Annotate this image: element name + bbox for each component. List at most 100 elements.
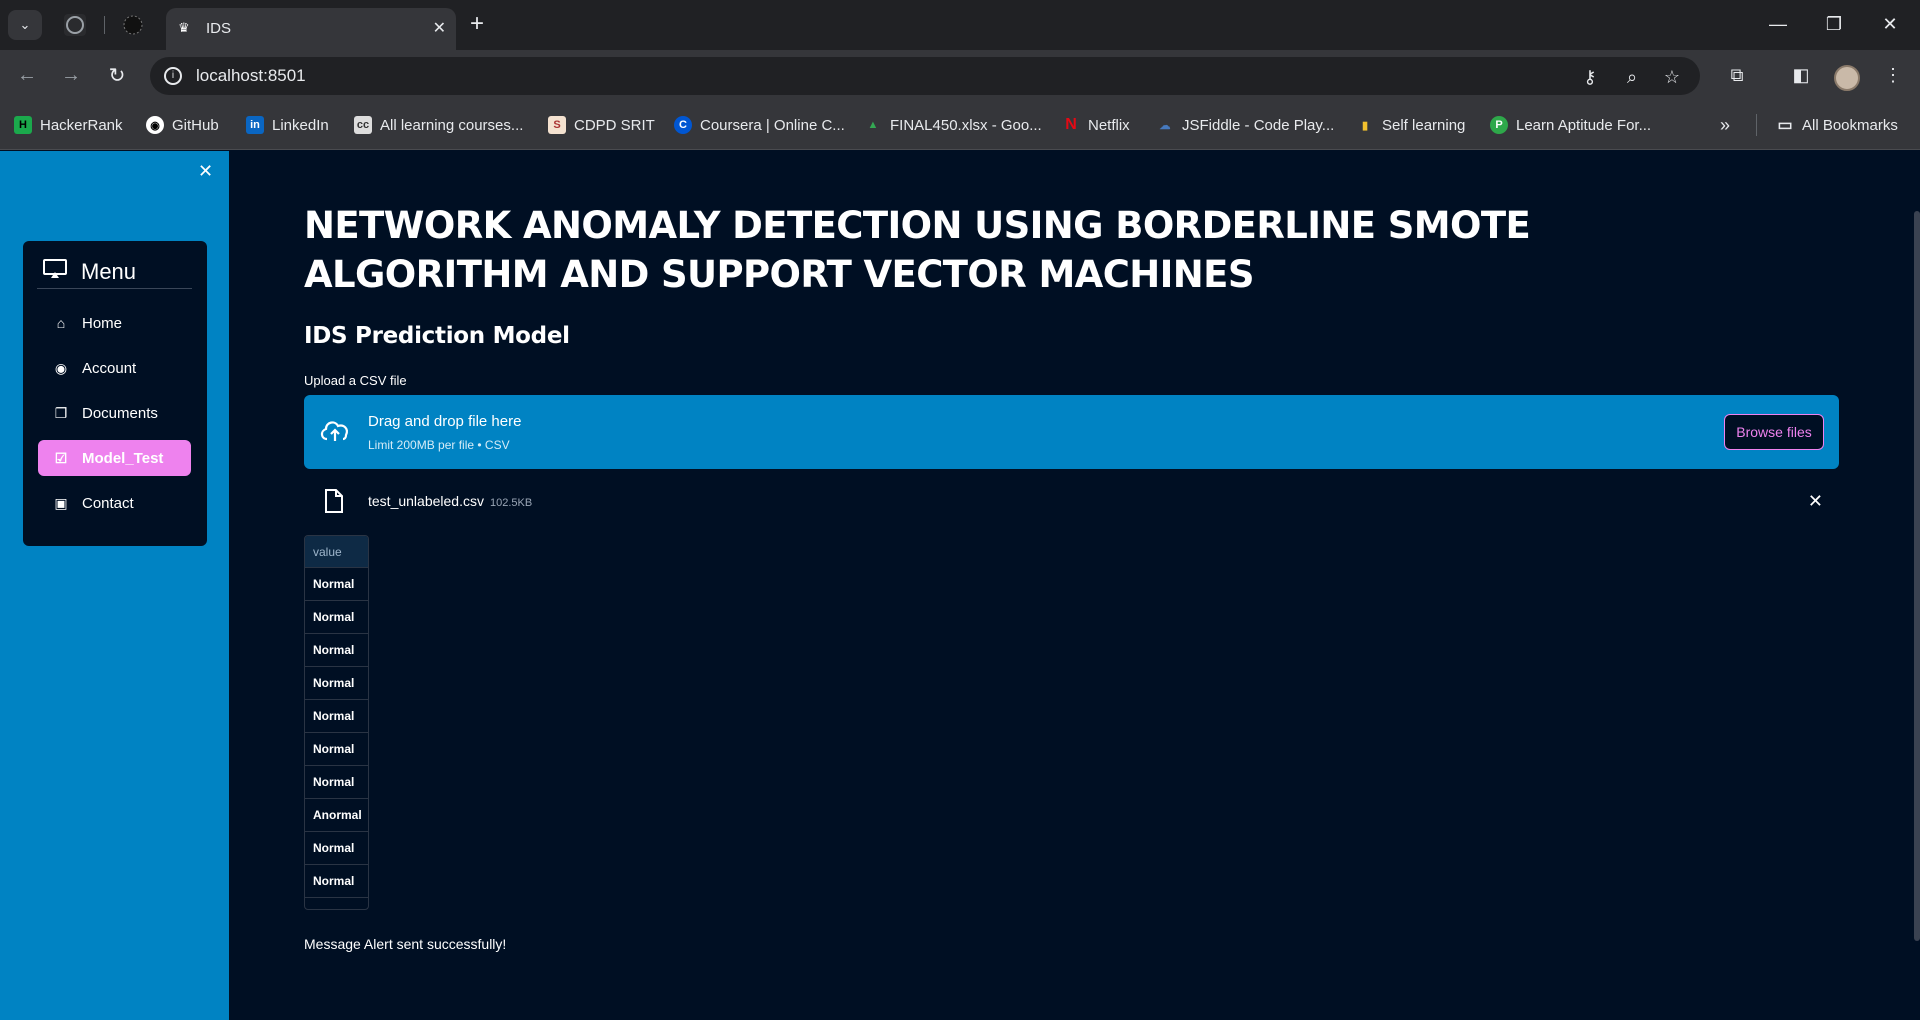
menu-header: Menu bbox=[37, 255, 192, 289]
extensions-icon[interactable]: ⧉ bbox=[1724, 62, 1750, 88]
cast-icon bbox=[43, 259, 73, 284]
pinned-tab-chatgpt[interactable] bbox=[64, 14, 86, 36]
bookmark-label: All learning courses... bbox=[380, 116, 524, 134]
close-sidebar-icon[interactable]: ✕ bbox=[198, 161, 213, 182]
sidebar-item-model-test[interactable]: ☑ Model_Test bbox=[38, 440, 191, 476]
cc-icon: cc bbox=[354, 116, 372, 134]
bookmark-learn-aptitude[interactable]: P Learn Aptitude For... bbox=[1490, 114, 1651, 136]
table-row: Normal bbox=[305, 667, 368, 700]
aptitude-icon: P bbox=[1490, 116, 1508, 134]
google-drive-icon: ▲ bbox=[867, 119, 879, 131]
check-square-icon: ☑ bbox=[54, 449, 68, 466]
tab-separator bbox=[104, 16, 105, 34]
back-button[interactable]: ← bbox=[14, 62, 40, 88]
sidebar-item-home[interactable]: ⌂ Home bbox=[38, 305, 191, 341]
bookmark-label: Coursera | Online C... bbox=[700, 116, 845, 134]
bookmark-linkedin[interactable]: in LinkedIn bbox=[246, 114, 329, 136]
double-chevron-right-icon: » bbox=[1720, 114, 1731, 135]
address-bar[interactable]: i localhost:8501 ⚷ ⌕ ☆ bbox=[150, 57, 1700, 95]
sidebar-item-label: Documents bbox=[82, 404, 158, 422]
bookmark-label: HackerRank bbox=[40, 116, 123, 134]
more-menu-icon[interactable]: ⋮ bbox=[1880, 62, 1906, 88]
sidebar-item-account[interactable]: ◉ Account bbox=[38, 350, 191, 386]
bookmark-github[interactable]: ◉ GitHub bbox=[146, 114, 219, 136]
bookmark-netflix[interactable]: N Netflix bbox=[1062, 114, 1130, 136]
zoom-icon[interactable]: ⌕ bbox=[1620, 65, 1644, 89]
scrollbar[interactable] bbox=[1914, 211, 1920, 941]
sidebar-item-contact[interactable]: ▣ Contact bbox=[38, 485, 191, 521]
chatgpt-icon bbox=[66, 16, 84, 34]
bookmark-cdpd-srit[interactable]: S CDPD SRIT bbox=[548, 114, 655, 136]
folder-icon: ▭ bbox=[1777, 117, 1793, 134]
side-panel-icon[interactable]: ◧ bbox=[1788, 62, 1814, 88]
table-row: Normal bbox=[305, 700, 368, 733]
dotted-circle-icon bbox=[123, 15, 143, 35]
chevron-down-icon: ⌄ bbox=[19, 17, 31, 32]
browse-files-button[interactable]: Browse files bbox=[1724, 414, 1824, 450]
documents-icon: ❐ bbox=[54, 404, 68, 421]
contact-card-icon: ▣ bbox=[54, 494, 68, 511]
restore-button[interactable]: ❐ bbox=[1814, 8, 1854, 40]
bookmarks-bar: H HackerRank ◉ GitHub in LinkedIn cc All lea… bbox=[0, 100, 1920, 150]
remove-file-icon[interactable]: ✕ bbox=[1808, 491, 1823, 512]
minimize-button[interactable]: — bbox=[1758, 8, 1798, 40]
jsfiddle-icon: ☁ bbox=[1159, 119, 1171, 132]
more-bookmarks-button[interactable]: » bbox=[1720, 114, 1730, 136]
file-dropzone[interactable]: Drag and drop file here Limit 200MB per … bbox=[304, 395, 1839, 469]
tab-title: IDS bbox=[206, 20, 232, 37]
upload-limit-text: Limit 200MB per file • CSV bbox=[368, 438, 510, 452]
close-window-button[interactable]: ✕ bbox=[1870, 8, 1910, 40]
coursera-icon: C bbox=[674, 116, 692, 134]
sidebar-item-label: Home bbox=[82, 314, 123, 332]
prediction-table[interactable]: value Normal Normal Normal Normal Normal… bbox=[304, 535, 369, 910]
bookmark-all-learning-courses[interactable]: cc All learning courses... bbox=[354, 114, 523, 136]
sidebar-item-documents[interactable]: ❐ Documents bbox=[38, 395, 191, 431]
option-menu: Menu ⌂ Home ◉ Account ❐ Documents ☑ Mode… bbox=[23, 241, 207, 546]
page-subtitle: IDS Prediction Model bbox=[304, 323, 570, 349]
browser-toolbar: ← → ↻ i localhost:8501 ⚷ ⌕ ☆ ⧉ ◧ ⋮ bbox=[0, 50, 1920, 100]
bookmark-label: Self learning bbox=[1382, 116, 1466, 134]
bookmark-final450[interactable]: ▲ FINAL450.xlsx - Goo... bbox=[864, 114, 1042, 136]
table-header[interactable]: value bbox=[305, 536, 368, 568]
bookmark-label: JSFiddle - Code Play... bbox=[1182, 116, 1335, 134]
bookmark-label: CDPD SRIT bbox=[574, 116, 655, 134]
file-name: test_unlabeled.csv bbox=[368, 493, 484, 509]
browser-tab-bar: ⌄ ♛ IDS ✕ + — ❐ ✕ bbox=[0, 0, 1920, 50]
table-row: Normal bbox=[305, 634, 368, 667]
bookmark-label: FINAL450.xlsx - Goo... bbox=[890, 116, 1042, 134]
table-row: Normal bbox=[305, 766, 368, 799]
linkedin-icon: in bbox=[246, 116, 264, 134]
reload-button[interactable]: ↻ bbox=[104, 62, 130, 88]
tab-ids[interactable]: ♛ IDS ✕ bbox=[166, 8, 456, 50]
file-name-wrap: test_unlabeled.csv 102.5KB bbox=[368, 493, 532, 509]
url-text: localhost:8501 bbox=[196, 66, 306, 85]
forward-button[interactable]: → bbox=[58, 62, 84, 88]
main-content: NETWORK ANOMALY DETECTION USING BORDERLI… bbox=[229, 151, 1920, 1020]
table-row: Anormal bbox=[305, 799, 368, 832]
uploader-label: Upload a CSV file bbox=[304, 373, 407, 388]
close-tab-icon[interactable]: ✕ bbox=[433, 18, 446, 38]
bookmark-hackerrank[interactable]: H HackerRank bbox=[14, 114, 123, 136]
bookmark-label: Netflix bbox=[1088, 116, 1130, 134]
table-row: Normal bbox=[305, 568, 368, 601]
netflix-icon: N bbox=[1065, 116, 1077, 133]
tab-search-button[interactable]: ⌄ bbox=[8, 10, 42, 40]
bookmark-jsfiddle[interactable]: ☁ JSFiddle - Code Play... bbox=[1156, 114, 1335, 136]
new-tab-button[interactable]: + bbox=[470, 12, 484, 36]
all-bookmarks-button[interactable]: ▭ All Bookmarks bbox=[1776, 114, 1897, 136]
bookmark-coursera[interactable]: C Coursera | Online C... bbox=[674, 114, 845, 136]
password-key-icon[interactable]: ⚷ bbox=[1578, 65, 1602, 89]
bookmark-label: Learn Aptitude For... bbox=[1516, 116, 1652, 134]
bookmark-self-learning[interactable]: ▮ Self learning bbox=[1356, 114, 1465, 136]
profile-avatar[interactable] bbox=[1834, 65, 1860, 91]
bookmark-star-icon[interactable]: ☆ bbox=[1660, 65, 1684, 89]
sidebar: ✕ Menu ⌂ Home ◉ Account ❐ Documents ☑ Mo… bbox=[0, 151, 229, 1020]
table-row: Normal bbox=[305, 832, 368, 865]
hackerrank-icon: H bbox=[14, 116, 32, 134]
cloud-upload-icon bbox=[318, 415, 352, 449]
table-row: Normal bbox=[305, 865, 368, 898]
bookmark-label: LinkedIn bbox=[272, 116, 329, 134]
site-info-icon[interactable]: i bbox=[164, 67, 182, 85]
drag-drop-text: Drag and drop file here bbox=[368, 413, 522, 430]
pinned-tab-2[interactable] bbox=[122, 14, 144, 36]
